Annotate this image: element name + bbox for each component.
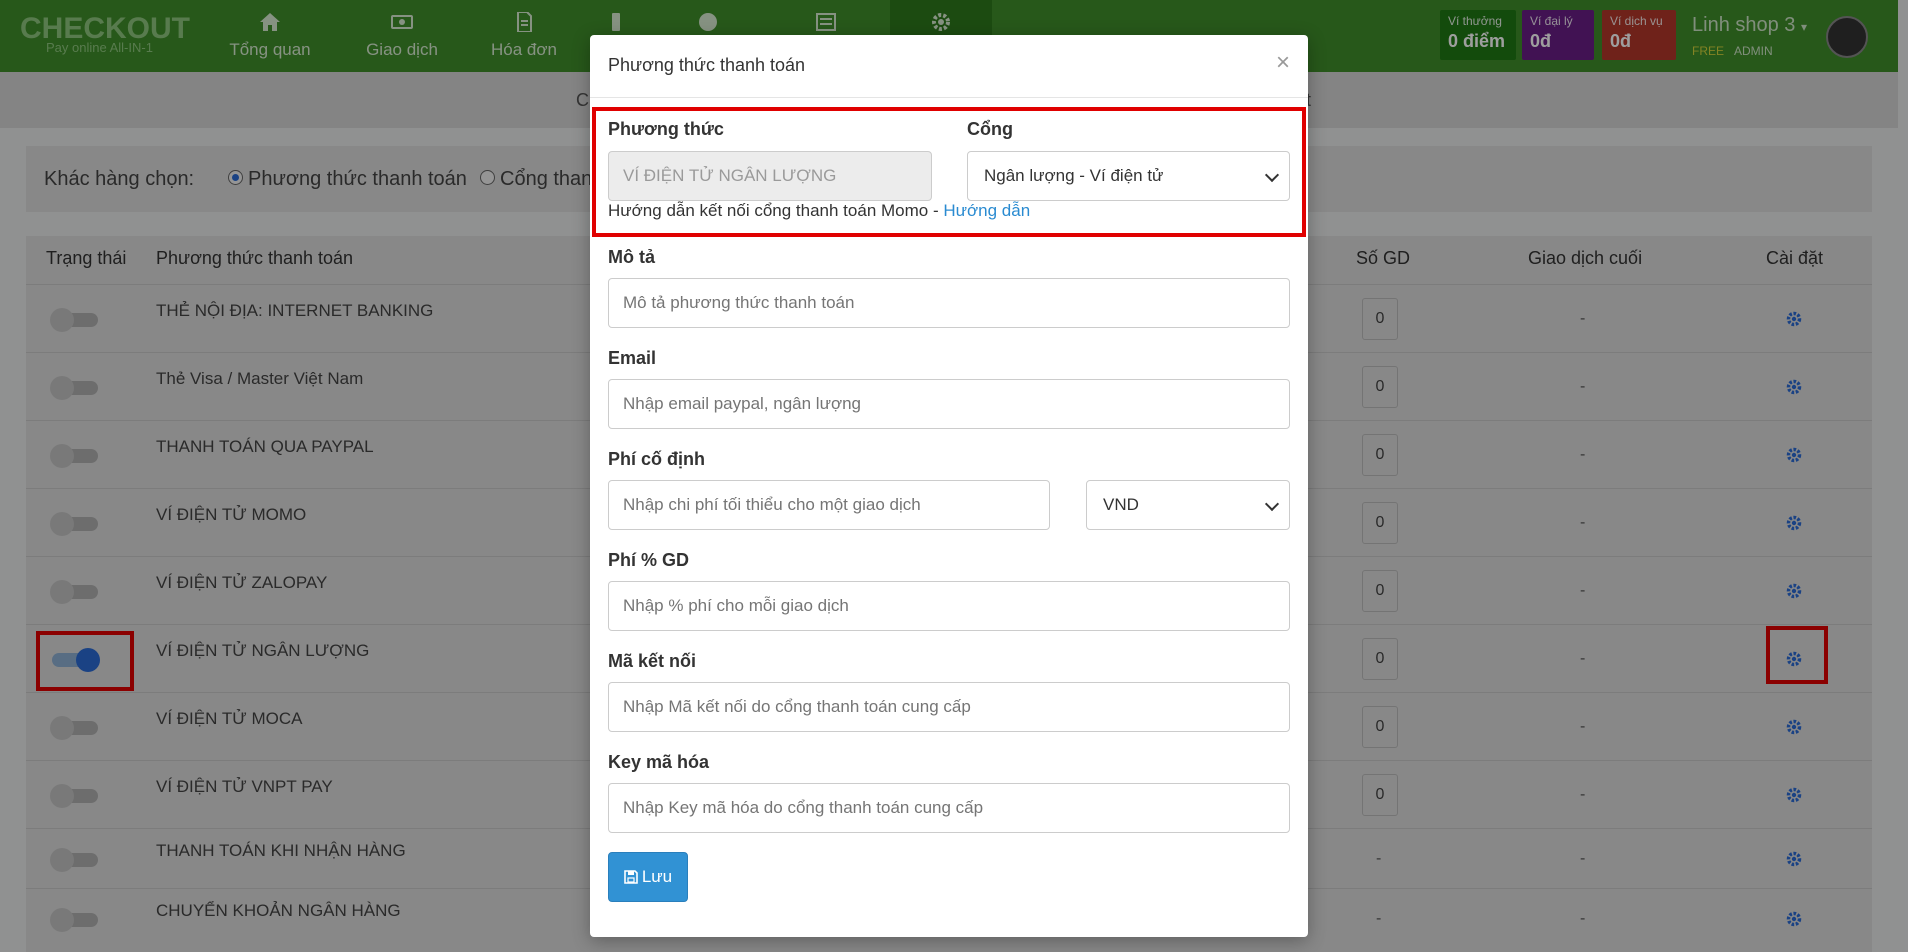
email-field[interactable] <box>608 379 1290 429</box>
save-button[interactable]: Lưu <box>608 852 688 902</box>
modal-divider <box>590 97 1308 98</box>
guide-link[interactable]: Hướng dẫn <box>943 201 1030 220</box>
save-label: Lưu <box>641 867 673 886</box>
desc-input[interactable] <box>608 278 1290 328</box>
fixed-fee-input[interactable] <box>608 480 1050 530</box>
method-field: VÍ ĐIỆN TỬ NGÂN LƯỢNG <box>608 151 932 201</box>
currency-selected: VND <box>1103 495 1139 514</box>
gateway-selected: Ngân lượng - Ví điện tử <box>984 166 1164 185</box>
gateway-select[interactable]: Ngân lượng - Ví điện tử <box>967 151 1290 201</box>
email-label: Email <box>608 348 657 368</box>
save-icon <box>624 870 638 884</box>
guide-text: Hướng dẫn kết nối cổng thanh toán Momo - <box>608 201 944 220</box>
gateway-label: Cổng <box>967 119 1013 139</box>
conn-code-input[interactable] <box>608 682 1290 732</box>
pct-fee-input[interactable] <box>608 581 1290 631</box>
desc-label: Mô tả <box>608 247 655 267</box>
fixed-fee-label: Phí cố định <box>608 449 705 469</box>
chevron-down-icon <box>1264 167 1280 183</box>
close-icon[interactable]: × <box>1276 49 1290 77</box>
chevron-down-icon <box>1264 496 1280 512</box>
payment-method-modal: Phương thức thanh toán × Phương thức VÍ … <box>590 35 1308 937</box>
conn-code-label: Mã kết nối <box>608 651 697 671</box>
modal-title: Phương thức thanh toán <box>608 55 806 75</box>
gateway-guide-text: Hướng dẫn kết nối cổng thanh toán Momo -… <box>608 201 1030 221</box>
currency-select[interactable]: VND <box>1086 480 1290 530</box>
key-label: Key mã hóa <box>608 752 710 772</box>
method-label: Phương thức <box>608 119 724 139</box>
pct-fee-label: Phí % GD <box>608 550 690 570</box>
key-input[interactable] <box>608 783 1290 833</box>
